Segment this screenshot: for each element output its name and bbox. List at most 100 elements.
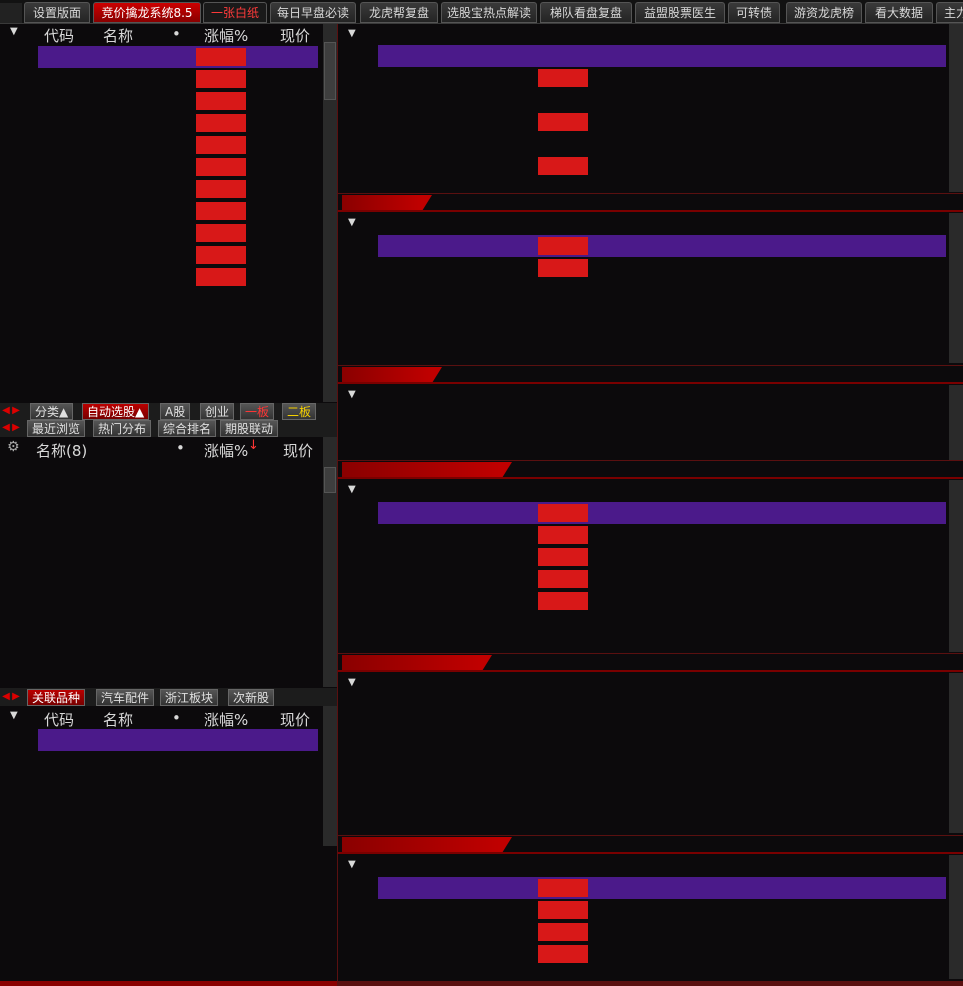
top-tab-7[interactable]: 益盟股票医生: [635, 2, 725, 23]
table-row[interactable]: [0, 90, 322, 112]
table-row[interactable]: [338, 546, 949, 568]
col-name[interactable]: 名称(8): [36, 440, 87, 461]
scroll-thumb[interactable]: [324, 467, 336, 493]
scrollbar[interactable]: [323, 437, 337, 687]
table-row[interactable]: [338, 155, 949, 177]
table-row[interactable]: [338, 877, 949, 899]
list-item[interactable]: [0, 594, 322, 616]
list-item[interactable]: [0, 462, 322, 484]
col-pct[interactable]: 涨幅%: [204, 440, 248, 461]
tab-2[interactable]: 浙江板块: [160, 689, 219, 706]
arrow-left-icon[interactable]: ◀: [1, 404, 11, 418]
section-title[interactable]: [342, 837, 512, 853]
scrollbar[interactable]: [949, 480, 963, 652]
top-tab-4[interactable]: 龙虎帮复盘: [360, 2, 438, 23]
section-title[interactable]: [342, 655, 492, 671]
table-row[interactable]: [0, 266, 322, 288]
scrollbar[interactable]: [323, 24, 337, 402]
col-code[interactable]: 代码: [44, 25, 74, 46]
col-code[interactable]: 代码: [44, 709, 74, 730]
table-row[interactable]: [338, 45, 949, 67]
top-tab-9[interactable]: 游资龙虎榜: [786, 2, 862, 23]
arrow-right-icon[interactable]: ▶: [11, 421, 21, 435]
table-row[interactable]: [338, 502, 949, 524]
table-row[interactable]: [338, 235, 949, 257]
chevron-down-icon[interactable]: ▼: [348, 217, 356, 228]
table-row[interactable]: [0, 134, 322, 156]
list-item[interactable]: [0, 528, 322, 550]
scrollbar[interactable]: [949, 213, 963, 363]
chevron-down-icon[interactable]: ▼: [348, 677, 356, 688]
tab-5[interactable]: 二板: [282, 403, 317, 420]
tab-scroll-left[interactable]: [0, 3, 22, 23]
table-row[interactable]: [338, 257, 949, 279]
list-item[interactable]: [0, 484, 322, 506]
scrollbar[interactable]: [323, 706, 337, 846]
tab-3[interactable]: 创业: [200, 403, 235, 420]
tab-3[interactable]: 期股联动: [220, 420, 279, 437]
col-price[interactable]: 现价: [283, 440, 313, 461]
chevron-down-icon[interactable]: ▼: [10, 710, 18, 721]
col-price[interactable]: 现价: [280, 25, 310, 46]
chevron-down-icon[interactable]: ▼: [348, 389, 356, 400]
top-tab-11[interactable]: 主力: [936, 2, 963, 23]
section-title[interactable]: [342, 462, 512, 478]
col-name[interactable]: 名称: [103, 709, 133, 730]
tab-1[interactable]: 汽车配件: [96, 689, 155, 706]
col-pct[interactable]: 涨幅%: [204, 709, 248, 730]
chevron-down-icon[interactable]: ▼: [10, 26, 18, 37]
col-name[interactable]: 名称: [103, 25, 133, 46]
top-tab-2[interactable]: 一张白纸: [203, 2, 267, 23]
section-title[interactable]: [342, 367, 442, 383]
tab-4[interactable]: 一板: [240, 403, 275, 420]
table-row[interactable]: [338, 67, 949, 89]
table-row[interactable]: [338, 921, 949, 943]
arrow-left-icon[interactable]: ◀: [1, 421, 11, 435]
tab-0[interactable]: 最近浏览: [27, 420, 86, 437]
table-row[interactable]: [0, 751, 322, 773]
table-row[interactable]: [338, 899, 949, 921]
tab-1[interactable]: 自动选股▲: [82, 403, 150, 420]
table-row[interactable]: [338, 111, 949, 133]
section-title[interactable]: [342, 195, 432, 211]
table-row[interactable]: [0, 156, 322, 178]
list-item[interactable]: [0, 550, 322, 572]
top-tab-1[interactable]: 竞价擒龙系统8.5: [93, 2, 201, 23]
arrow-right-icon[interactable]: ▶: [11, 404, 21, 418]
tab-2[interactable]: A股: [160, 403, 191, 420]
table-row[interactable]: [338, 943, 949, 965]
table-row[interactable]: [0, 244, 322, 266]
sort-down-icon[interactable]: ↓: [248, 438, 259, 453]
tab-2[interactable]: 综合排名: [158, 420, 217, 437]
table-row[interactable]: [0, 68, 322, 90]
top-tab-3[interactable]: 每日早盘必读: [270, 2, 356, 23]
tab-0[interactable]: 关联品种: [27, 689, 86, 706]
tab-1[interactable]: 热门分布: [93, 420, 152, 437]
tab-3[interactable]: 次新股: [228, 689, 275, 706]
table-row[interactable]: [0, 46, 322, 68]
arrow-right-icon[interactable]: ▶: [11, 690, 21, 704]
list-item[interactable]: [0, 506, 322, 528]
table-row[interactable]: [338, 133, 949, 155]
table-row[interactable]: [0, 200, 322, 222]
table-row[interactable]: [338, 568, 949, 590]
top-tab-5[interactable]: 选股宝热点解读: [441, 2, 537, 23]
scrollbar[interactable]: [949, 24, 963, 192]
scrollbar[interactable]: [949, 385, 963, 461]
table-row[interactable]: [0, 222, 322, 244]
arrow-left-icon[interactable]: ◀: [1, 690, 11, 704]
chevron-down-icon[interactable]: ▼: [348, 484, 356, 495]
scroll-thumb[interactable]: [324, 42, 336, 100]
table-row[interactable]: [338, 590, 949, 612]
top-tab-0[interactable]: 设置版面: [24, 2, 90, 23]
tab-0[interactable]: 分类▲: [30, 403, 74, 420]
table-row[interactable]: [0, 729, 322, 751]
scrollbar[interactable]: [949, 855, 963, 979]
top-tab-6[interactable]: 梯队看盘复盘: [540, 2, 632, 23]
top-tab-8[interactable]: 可转债: [728, 2, 780, 23]
chevron-down-icon[interactable]: ▼: [348, 28, 356, 39]
table-row[interactable]: [338, 89, 949, 111]
table-row[interactable]: [338, 524, 949, 546]
col-pct[interactable]: 涨幅%: [204, 25, 248, 46]
top-tab-10[interactable]: 看大数据: [865, 2, 933, 23]
